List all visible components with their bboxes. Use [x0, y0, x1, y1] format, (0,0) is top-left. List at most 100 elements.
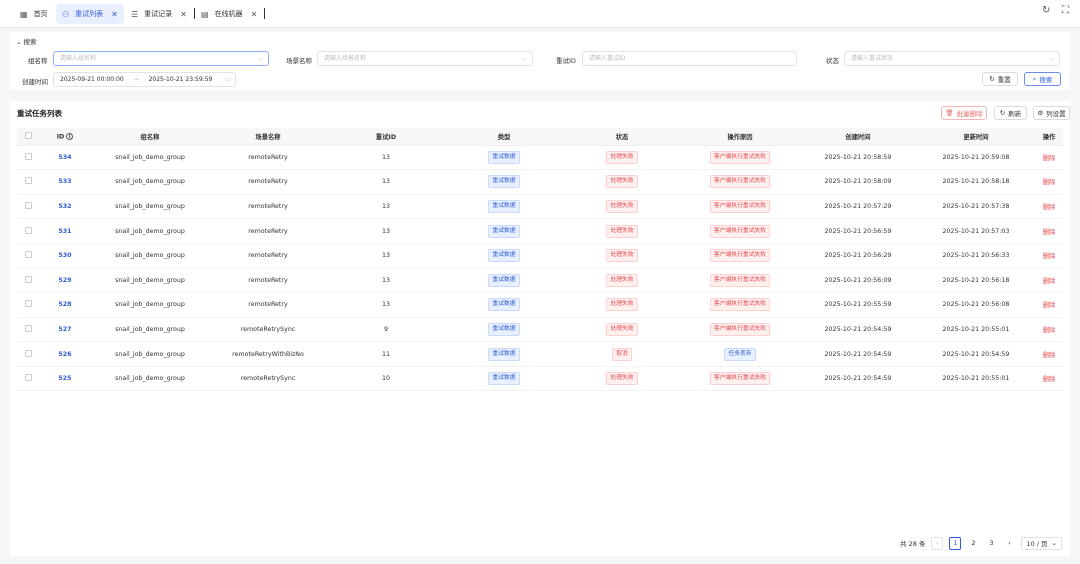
row-checkbox[interactable] [24, 374, 32, 382]
row-select-cell[interactable] [17, 267, 39, 294]
retry-id-label: 重试ID [556, 57, 576, 65]
header-status: 状态 [563, 128, 681, 146]
cell-scene: remoteRetry [209, 169, 327, 195]
row-checkbox[interactable] [24, 349, 32, 357]
cell-status: 处理失败 [563, 169, 681, 195]
row-select-cell[interactable] [17, 366, 39, 392]
prev-page-button[interactable]: ‹ [931, 536, 944, 550]
cell-status: 处理失败 [563, 267, 681, 294]
header-retry-id: 重试ID [327, 128, 445, 146]
cell-id[interactable]: 530 [39, 243, 91, 269]
cell-scene: remoteRetryWithBizNo [209, 341, 327, 367]
cell-created: 2025-10-21 20:56:29 [799, 243, 917, 269]
tab-retry-record[interactable]: ☰ 重试记录 ✕ [131, 4, 187, 24]
page-2-button[interactable]: 2 [967, 537, 979, 550]
column-settings-button[interactable]: ⚙ 列设置 [1033, 106, 1070, 120]
cell-action[interactable]: 删除 [1035, 194, 1063, 220]
cell-id[interactable]: 528 [39, 292, 91, 318]
tab-online-machines[interactable]: ▤ 在线机器 ✕ [201, 4, 257, 24]
cell-action[interactable]: 删除 [1035, 243, 1063, 269]
row-select-cell[interactable] [17, 194, 39, 220]
page-3-button[interactable]: 3 [985, 537, 997, 550]
cell-created: 2025-10-21 20:54:59 [799, 366, 917, 392]
row-checkbox[interactable] [24, 324, 32, 332]
cell-scene: remoteRetry [209, 194, 327, 220]
header-id-label: ID [56, 133, 65, 140]
cell-action[interactable]: 删除 [1035, 341, 1063, 367]
next-page-button[interactable]: › [1003, 537, 1015, 550]
fullscreen-icon[interactable]: ⛶ [1062, 5, 1069, 16]
cell-action[interactable]: 删除 [1035, 267, 1063, 294]
status-select[interactable]: 请输入重试状态 ⌄ [844, 51, 1060, 66]
row-select-cell[interactable] [17, 218, 39, 244]
reload-icon[interactable]: ↻ [1042, 5, 1050, 16]
tab-home[interactable]: ▦ 首页 [20, 4, 48, 24]
row-checkbox[interactable] [24, 201, 32, 209]
row-checkbox[interactable] [24, 152, 32, 160]
header-reason: 操作原因 [681, 128, 799, 146]
tab-divider [194, 8, 195, 19]
type-tag: 重试数据 [488, 224, 520, 238]
batch-delete-label: 批量删除 [956, 110, 983, 118]
cell-id[interactable]: 527 [39, 317, 91, 343]
cell-id[interactable]: 526 [39, 341, 91, 367]
reset-button[interactable]: ↻ 重置 [982, 72, 1018, 86]
date-range-picker[interactable]: 2025-09-21 00:00:00 → 2025-10-21 23:59:5… [53, 72, 236, 87]
close-icon[interactable]: ✕ [251, 10, 258, 19]
scene-select[interactable]: 请输入场景名称 ⌄ [317, 51, 533, 66]
tab-bar: ▦ 首页 ⚇ 重试列表 ✕ ☰ 重试记录 ✕ ▤ 在线机器 ✕ ↻ ⛶ [0, 0, 1080, 28]
type-tag: 重试数据 [488, 322, 520, 336]
cell-reason: 任务丢弃 [681, 341, 799, 367]
cell-action[interactable]: 删除 [1035, 366, 1063, 392]
status-tag: 处理失败 [606, 372, 638, 386]
cell-reason: 客户端执行重试失败 [681, 366, 799, 392]
retry-id-placeholder: 请输入重试ID [589, 55, 626, 62]
row-select-cell[interactable] [17, 243, 39, 269]
row-checkbox[interactable] [24, 300, 32, 308]
batch-delete-button[interactable]: 🗑 批量删除 [941, 106, 987, 120]
group-select[interactable]: 请输入组名称 ⌄ [53, 51, 269, 66]
cell-type: 重试数据 [445, 292, 563, 318]
cell-action[interactable]: 删除 [1035, 169, 1063, 195]
select-all-checkbox[interactable] [24, 131, 32, 139]
reason-tag: 客户端执行重试失败 [709, 224, 771, 238]
row-checkbox[interactable] [24, 275, 32, 283]
row-checkbox[interactable] [24, 251, 32, 259]
row-select-cell[interactable] [17, 145, 39, 171]
group-label: 组名称 [28, 57, 48, 65]
page-1-button[interactable]: 1 [949, 536, 962, 550]
cell-id[interactable]: 533 [39, 169, 91, 195]
table-row: 527 snail_job_demo_group remoteRetrySync 9 重… [17, 317, 1063, 343]
group-placeholder: 请输入组名称 [60, 55, 97, 62]
info-icon[interactable]: i [66, 132, 74, 140]
row-select-cell[interactable] [17, 169, 39, 195]
search-toggle-label: 搜索 [23, 38, 37, 46]
select-all-cell[interactable] [17, 128, 39, 146]
row-select-cell[interactable] [17, 341, 39, 367]
cell-created: 2025-10-21 20:56:59 [799, 218, 917, 244]
row-checkbox[interactable] [24, 177, 32, 185]
cell-id[interactable]: 534 [39, 145, 91, 171]
cell-action[interactable]: 删除 [1035, 292, 1063, 318]
tab-retry-list[interactable]: ⚇ 重试列表 ✕ [56, 4, 124, 24]
cell-id[interactable]: 525 [39, 366, 91, 392]
row-checkbox[interactable] [24, 226, 32, 234]
cell-action[interactable]: 删除 [1035, 317, 1063, 343]
page-size-select[interactable]: 10 / 页 ⌄ [1021, 536, 1062, 550]
cell-action[interactable]: 删除 [1035, 145, 1063, 171]
close-icon[interactable]: ✕ [111, 10, 118, 19]
cell-action[interactable]: 删除 [1035, 218, 1063, 244]
retry-id-input[interactable]: 请输入重试ID [582, 51, 797, 66]
cell-id[interactable]: 531 [39, 218, 91, 244]
row-select-cell[interactable] [17, 292, 39, 318]
cell-type: 重试数据 [445, 267, 563, 294]
cell-id[interactable]: 532 [39, 194, 91, 220]
row-select-cell[interactable] [17, 317, 39, 343]
cell-created: 2025-10-21 20:58:59 [799, 145, 917, 171]
retry-task-panel: 重试任务列表 🗑 批量删除 ↻ 刷新 ⚙ 列设置 ID i 组名称 场景名称 重试… [10, 101, 1070, 556]
search-toggle[interactable]: ⌄ 搜索 [16, 36, 37, 46]
search-button[interactable]: ⌕ 搜索 [1024, 72, 1061, 86]
cell-id[interactable]: 529 [39, 267, 91, 294]
refresh-button[interactable]: ↻ 刷新 [994, 106, 1027, 120]
close-icon[interactable]: ✕ [180, 10, 187, 19]
